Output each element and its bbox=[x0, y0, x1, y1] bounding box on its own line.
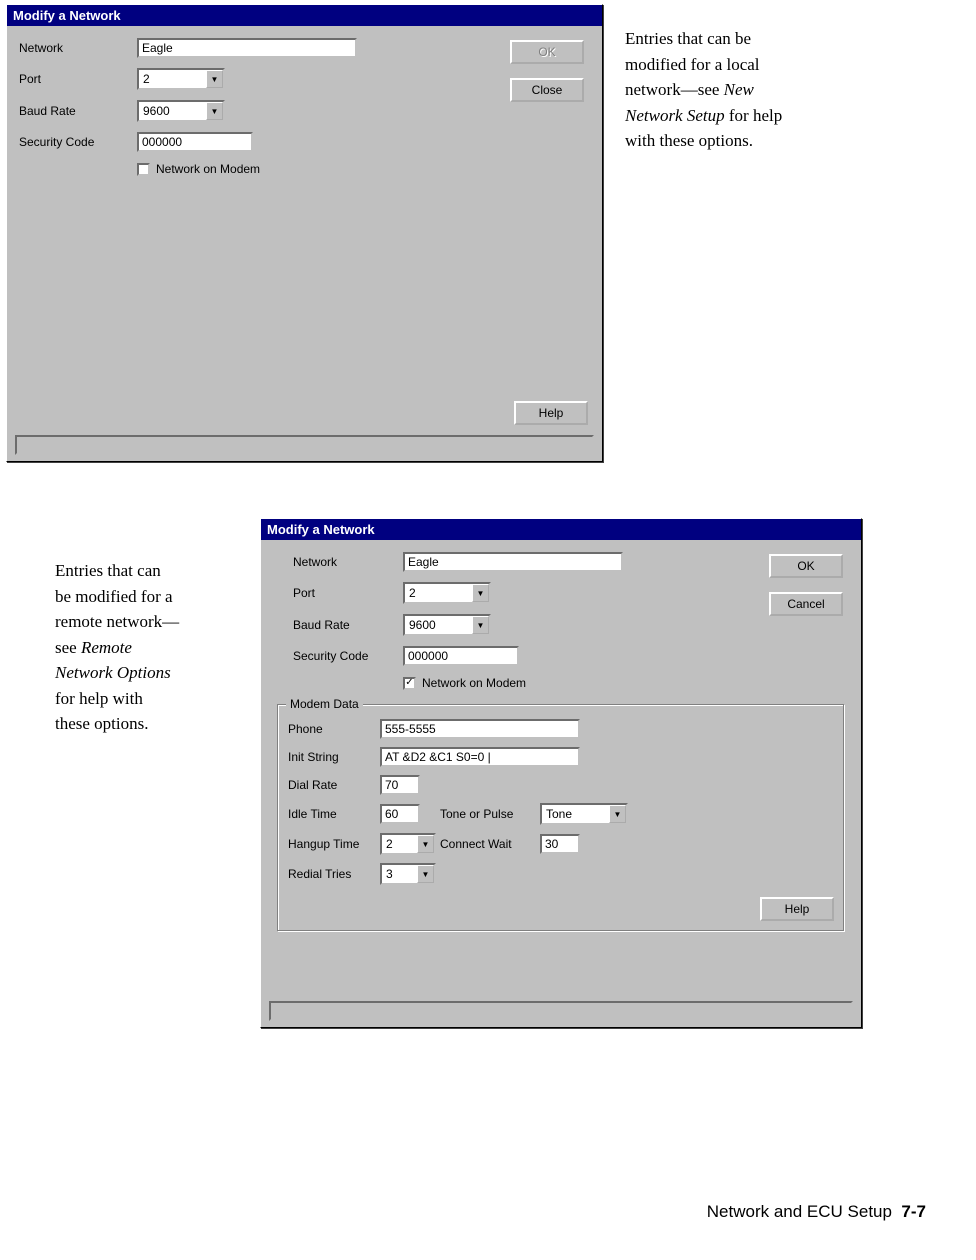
help-button[interactable]: Help bbox=[760, 897, 834, 921]
close-button[interactable]: Close bbox=[510, 78, 584, 102]
tonepulse-select[interactable]: Tone ▼ bbox=[540, 803, 628, 825]
network-on-modem-checkbox[interactable]: Network on Modem bbox=[137, 162, 260, 176]
redial-select[interactable]: 3 ▼ bbox=[380, 863, 436, 885]
redial-label: Redial Tries bbox=[288, 867, 380, 881]
port-label: Port bbox=[293, 586, 403, 600]
titlebar: Modify a Network bbox=[7, 5, 602, 26]
page-footer: Network and ECU Setup 7-7 bbox=[707, 1202, 926, 1222]
dialrate-label: Dial Rate bbox=[288, 778, 380, 792]
security-label: Security Code bbox=[19, 135, 137, 149]
dropdown-icon[interactable]: ▼ bbox=[472, 584, 489, 602]
security-label: Security Code bbox=[293, 649, 403, 663]
connwait-label: Connect Wait bbox=[440, 837, 540, 851]
dialrate-input[interactable] bbox=[380, 775, 420, 795]
dropdown-icon[interactable]: ▼ bbox=[206, 70, 223, 88]
security-input[interactable] bbox=[403, 646, 519, 666]
hangup-select[interactable]: 2 ▼ bbox=[380, 833, 436, 855]
cancel-button[interactable]: Cancel bbox=[769, 592, 843, 616]
dropdown-icon[interactable]: ▼ bbox=[609, 805, 626, 823]
caption-local: Entries that can be modified for a local… bbox=[625, 26, 915, 154]
ok-button[interactable]: OK bbox=[510, 40, 584, 64]
checkbox-label: Network on Modem bbox=[422, 676, 526, 690]
modem-data-group: Modem Data Phone Init String Dial Rate I… bbox=[277, 704, 845, 932]
checkbox-label: Network on Modem bbox=[156, 162, 260, 176]
init-label: Init String bbox=[288, 750, 380, 764]
baud-label: Baud Rate bbox=[19, 104, 137, 118]
dialog-modify-network-remote: Modify a Network Network Port 2 ▼ Baud R… bbox=[260, 518, 862, 1028]
idle-input[interactable] bbox=[380, 804, 420, 824]
dropdown-icon[interactable]: ▼ bbox=[417, 865, 434, 883]
network-input[interactable] bbox=[403, 552, 623, 572]
baud-label: Baud Rate bbox=[293, 618, 403, 632]
network-label: Network bbox=[293, 555, 403, 569]
tonepulse-label: Tone or Pulse bbox=[440, 807, 540, 821]
dropdown-icon[interactable]: ▼ bbox=[417, 835, 434, 853]
dropdown-icon[interactable]: ▼ bbox=[206, 102, 223, 120]
port-select[interactable]: 2 ▼ bbox=[137, 68, 225, 90]
baud-select[interactable]: 9600 ▼ bbox=[403, 614, 491, 636]
hangup-label: Hangup Time bbox=[288, 837, 380, 851]
dropdown-icon[interactable]: ▼ bbox=[472, 616, 489, 634]
phone-input[interactable] bbox=[380, 719, 580, 739]
ok-button[interactable]: OK bbox=[769, 554, 843, 578]
port-select[interactable]: 2 ▼ bbox=[403, 582, 491, 604]
titlebar: Modify a Network bbox=[261, 519, 861, 540]
dialog-modify-network-local: Modify a Network Network Port 2 ▼ Baud R… bbox=[6, 4, 603, 462]
network-on-modem-checkbox[interactable]: ✓ Network on Modem bbox=[403, 676, 526, 690]
port-label: Port bbox=[19, 72, 137, 86]
init-input[interactable] bbox=[380, 747, 580, 767]
idle-label: Idle Time bbox=[288, 807, 380, 821]
group-title: Modem Data bbox=[286, 697, 363, 711]
help-button[interactable]: Help bbox=[514, 401, 588, 425]
connwait-input[interactable] bbox=[540, 834, 580, 854]
statusbar bbox=[15, 435, 594, 455]
network-input[interactable] bbox=[137, 38, 357, 58]
caption-remote: Entries that can be modified for a remot… bbox=[55, 558, 230, 737]
security-input[interactable] bbox=[137, 132, 253, 152]
baud-select[interactable]: 9600 ▼ bbox=[137, 100, 225, 122]
network-label: Network bbox=[19, 41, 137, 55]
statusbar bbox=[269, 1001, 853, 1021]
phone-label: Phone bbox=[288, 722, 380, 736]
